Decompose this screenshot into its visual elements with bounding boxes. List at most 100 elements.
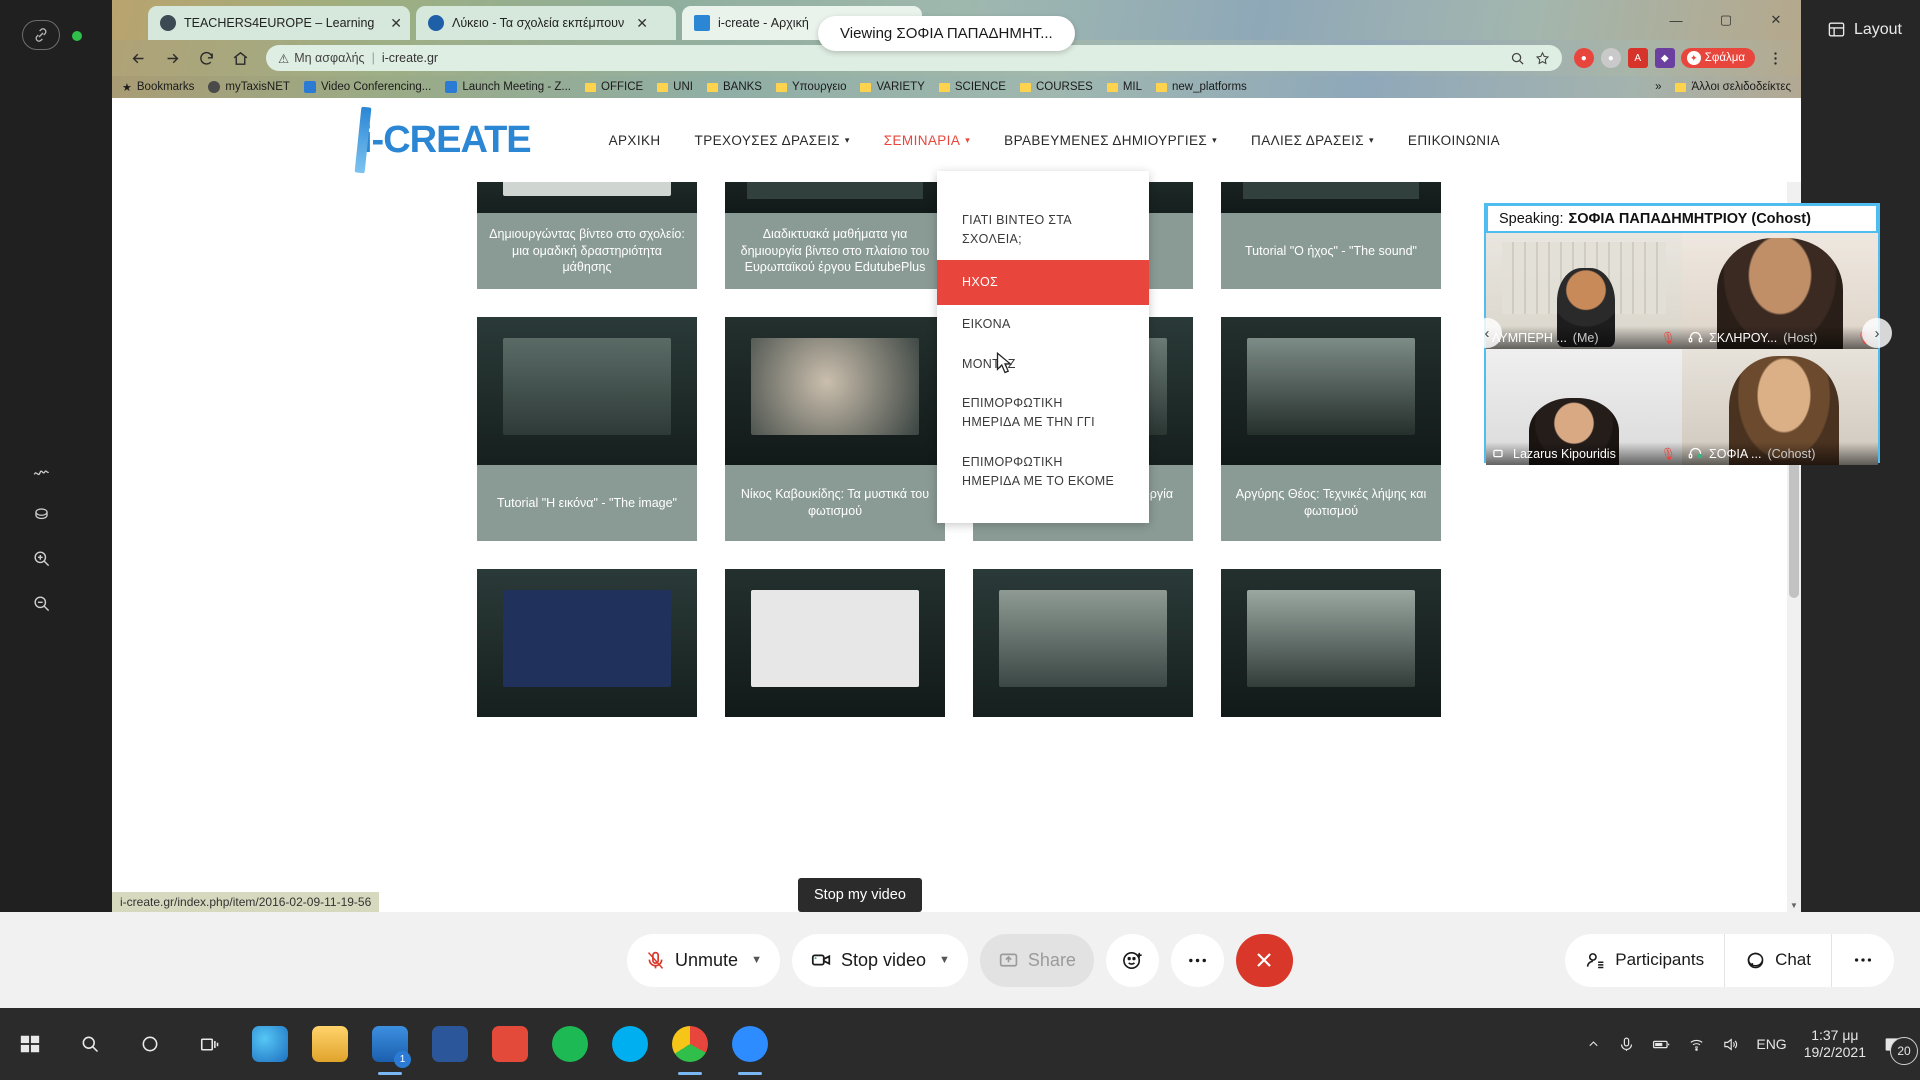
prev-participants-arrow[interactable]: ‹ — [1472, 318, 1502, 348]
task-view-button[interactable] — [180, 1008, 240, 1080]
nav-item-seminaria[interactable]: ΣΕΜΙΝΑΡΙΑ ▾ — [884, 133, 970, 148]
bookmark-item[interactable]: MIL — [1107, 81, 1142, 93]
bookmark-item[interactable]: BANKS — [707, 81, 762, 93]
reactions-button[interactable] — [1106, 934, 1159, 987]
meeting-info-pill[interactable] — [22, 20, 60, 50]
back-button[interactable] — [124, 44, 152, 72]
participant-tile[interactable]: ΣΚΛΗΡΟΥ... (Host) 🎙 — [1682, 233, 1878, 349]
zoom-out-icon[interactable] — [26, 588, 56, 618]
tab-close-icon[interactable]: ✕ — [386, 15, 402, 32]
extension-red-icon[interactable]: ● — [1574, 48, 1594, 68]
participant-tile[interactable]: ΛΥΜΠΕΡΗ ... (Me) 🎙 — [1486, 233, 1682, 349]
chevron-down-icon[interactable]: ▼ — [939, 954, 950, 966]
taskbar-app-edge[interactable] — [240, 1008, 300, 1080]
kebab-menu-icon[interactable] — [1761, 44, 1789, 72]
action-center-icon[interactable]: 20 — [1883, 1034, 1904, 1055]
site-logo[interactable]: i-CREATE — [362, 119, 531, 162]
minimize-button[interactable]: — — [1651, 0, 1701, 40]
stamp-icon[interactable] — [26, 499, 56, 529]
item-card[interactable] — [1221, 569, 1441, 717]
zoom-out-icon[interactable] — [1510, 51, 1525, 66]
bookmark-item[interactable]: COURSES — [1020, 81, 1093, 93]
dropdown-item-giati-vinteo[interactable]: ΓΙΑΤΙ ΒΙΝΤΕΟ ΣΤΑ ΣΧΟΛΕΙΑ; — [937, 201, 1149, 260]
close-button[interactable]: ✕ — [1751, 0, 1801, 40]
nav-item-arxiki[interactable]: ΑΡΧΙΚΗ — [609, 133, 661, 148]
star-icon[interactable] — [1535, 51, 1550, 66]
bookmark-item[interactable]: Video Conferencing... — [304, 81, 431, 93]
other-bookmarks-item[interactable]: Άλλοι σελιδοδείκτες — [1675, 81, 1791, 93]
bookmark-item[interactable]: Υπουργειο — [776, 81, 847, 93]
language-indicator[interactable]: ENG — [1756, 1036, 1786, 1052]
more-controls-button[interactable] — [1832, 934, 1894, 987]
chevron-up-icon[interactable] — [1586, 1037, 1601, 1052]
nav-item-bravevmenes-dimiourgies[interactable]: ΒΡΑΒΕΥΜΕΝΕΣ ΔΗΜΙΟΥΡΓΙΕΣ ▾ — [1004, 133, 1217, 148]
next-participants-arrow[interactable]: › — [1862, 318, 1892, 348]
battery-icon[interactable] — [1652, 1035, 1671, 1054]
tab-close-icon[interactable]: ✕ — [632, 15, 648, 32]
nav-item-palies-draseis[interactable]: ΠΑΛΙΕΣ ΔΡΑΣΕΙΣ ▾ — [1251, 133, 1374, 148]
pdf-extension-icon[interactable]: A — [1628, 48, 1648, 68]
reload-button[interactable] — [192, 44, 220, 72]
participant-tile-active[interactable]: ΣΟΦΙΑ ... (Cohost) — [1682, 349, 1878, 465]
more-options-button[interactable] — [1171, 934, 1224, 987]
dropdown-item-montaz[interactable]: ΜΟΝΤΑΖ — [937, 345, 1149, 384]
taskbar-app-zoom[interactable] — [720, 1008, 780, 1080]
item-card[interactable] — [973, 569, 1193, 717]
extension-grey-icon[interactable]: ● — [1601, 48, 1621, 68]
item-card[interactable] — [725, 569, 945, 717]
bookmark-item[interactable]: VARIETY — [860, 81, 924, 93]
item-card[interactable] — [477, 569, 697, 717]
participants-button[interactable]: Participants — [1565, 934, 1725, 987]
bookmark-item[interactable]: UNI — [657, 81, 693, 93]
dropdown-item-imerida-ekome[interactable]: ΕΠΙΜΟΡΦΩΤΙΚΗ ΗΜΕΡΙΔΑ ΜΕ ΤΟ ΕΚΟΜΕ — [937, 443, 1149, 502]
maximize-button[interactable]: ▢ — [1701, 0, 1751, 40]
taskbar-app-wps[interactable] — [480, 1008, 540, 1080]
microphone-icon[interactable] — [1618, 1036, 1635, 1053]
item-card[interactable]: Δημιουργώντας βίντεο στο σχολείο: μια ομ… — [477, 182, 697, 289]
taskbar-app-explorer[interactable] — [300, 1008, 360, 1080]
forward-button[interactable] — [158, 44, 186, 72]
browser-tab-1[interactable]: TEACHERS4EUROPE – Learning 4 ✕ — [148, 6, 410, 40]
zoom-in-icon[interactable] — [26, 543, 56, 573]
home-button[interactable] — [226, 44, 254, 72]
taskbar-app-skype[interactable] — [600, 1008, 660, 1080]
annotate-icon[interactable] — [26, 455, 56, 485]
unmute-button[interactable]: Unmute ▼ — [627, 934, 780, 987]
nav-item-epikoinonia[interactable]: ΕΠΙΚΟΙΝΩΝΙΑ — [1408, 133, 1500, 148]
volume-icon[interactable] — [1722, 1036, 1739, 1053]
bookmark-item[interactable]: Launch Meeting - Z... — [445, 81, 571, 93]
bookmark-item[interactable]: SCIENCE — [939, 81, 1006, 93]
search-button[interactable] — [60, 1008, 120, 1080]
taskbar-app-mail[interactable]: 1 — [360, 1008, 420, 1080]
dropdown-item-eikona[interactable]: ΕΙΚΟΝΑ — [937, 305, 1149, 344]
leave-meeting-button[interactable] — [1236, 934, 1293, 987]
item-card[interactable]: Tutorial "Ο ήχος" - "The sound" — [1221, 182, 1441, 289]
overflow-chevron-icon[interactable]: » — [1655, 81, 1661, 93]
dropdown-item-imerida-ggi[interactable]: ΕΠΙΜΟΡΦΩΤΙΚΗ ΗΜΕΡΙΔΑ ΜΕ ΤΗΝ ΓΓΙ — [937, 384, 1149, 443]
bookmark-item[interactable]: new_platforms — [1156, 81, 1247, 93]
item-card[interactable]: Διαδικτυακά μαθήματα για δημιουργία βίντ… — [725, 182, 945, 289]
bookmark-item[interactable]: myTaxisNET — [208, 81, 290, 93]
nav-item-trexouses-draseis[interactable]: ΤΡΕΧΟΥΣΕΣ ΔΡΑΣΕΙΣ ▾ — [695, 133, 850, 148]
item-card[interactable]: Tutorial "Η εικόνα" - "The image" — [477, 317, 697, 541]
wifi-icon[interactable] — [1688, 1036, 1705, 1053]
item-card[interactable]: Νίκος Καβουκίδης: Τα μυστικά του φωτισμο… — [725, 317, 945, 541]
taskbar-app-word[interactable] — [420, 1008, 480, 1080]
participant-tile[interactable]: Lazarus Kipouridis 🎙 — [1486, 349, 1682, 465]
taskbar-app-spotify[interactable] — [540, 1008, 600, 1080]
browser-tab-2[interactable]: Λύκειο - Τα σχολεία εκπέμπουν ✕ — [416, 6, 676, 40]
bookmark-item[interactable]: ★ Bookmarks — [122, 81, 194, 94]
start-button[interactable] — [0, 1008, 60, 1080]
scroll-down-arrow-icon[interactable]: ▼ — [1787, 898, 1801, 912]
bookmark-item[interactable]: OFFICE — [585, 81, 643, 93]
clock[interactable]: 1:37 μμ 19/2/2021 — [1804, 1027, 1866, 1062]
share-button[interactable]: Share — [980, 934, 1094, 987]
dropdown-item-ixos[interactable]: ΗΧΟΣ — [937, 260, 1149, 305]
layout-button[interactable]: Layout — [1827, 20, 1902, 39]
cortana-button[interactable] — [120, 1008, 180, 1080]
extension-purple-icon[interactable]: ◆ — [1655, 48, 1675, 68]
chat-button[interactable]: Chat — [1725, 934, 1832, 987]
profile-chip[interactable]: ✦ Σφάλμα — [1681, 48, 1755, 68]
stop-video-button[interactable]: Stop video ▼ — [792, 934, 968, 987]
taskbar-app-chrome[interactable] — [660, 1008, 720, 1080]
